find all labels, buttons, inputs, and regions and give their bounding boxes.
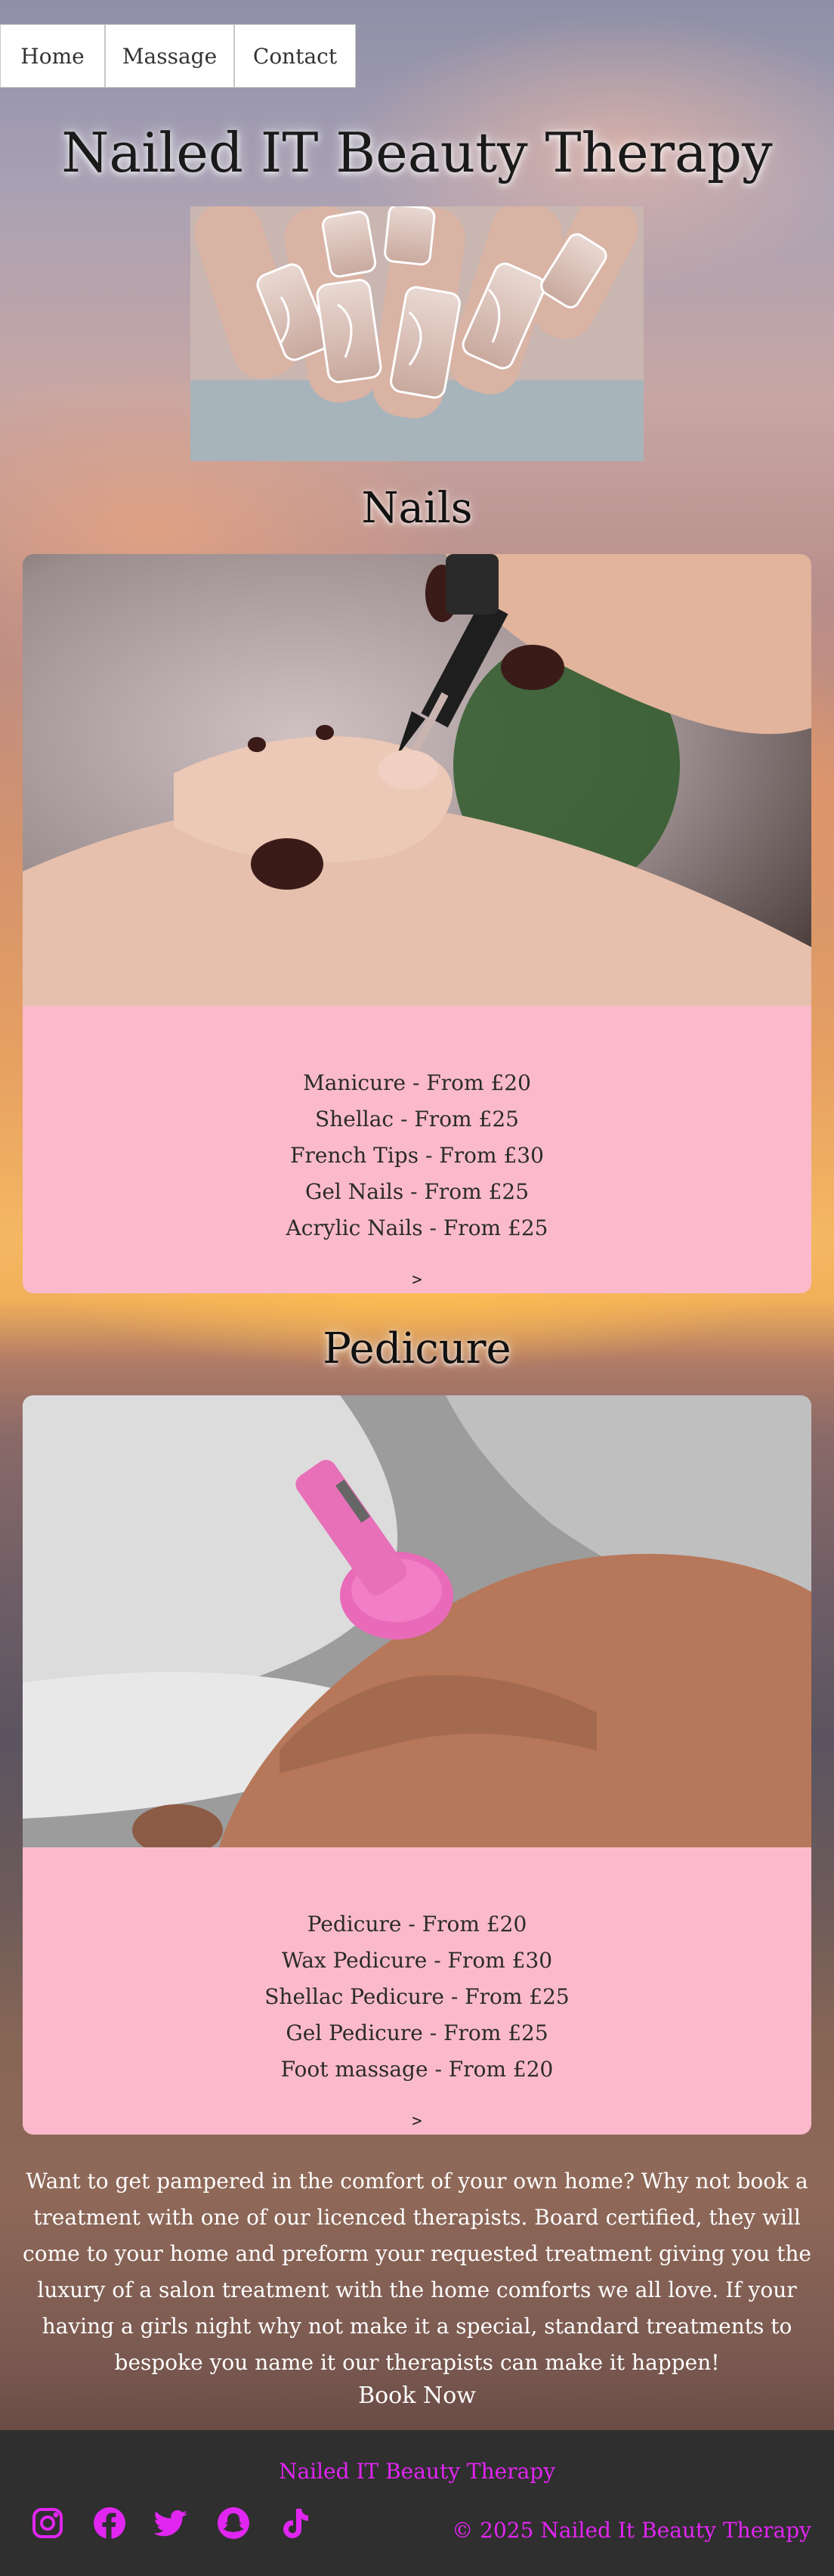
facebook-icon[interactable] (92, 2506, 127, 2540)
nails-services: Manicure - From £20 Shellac - From £25 F… (23, 1006, 811, 1293)
footer-copyright: © 2025 Nailed It Beauty Therapy (452, 2518, 811, 2543)
pedicure-photo (23, 1395, 811, 1847)
twitter-icon[interactable] (153, 2506, 189, 2540)
nails-photo (23, 554, 811, 1006)
social-links (30, 2506, 313, 2540)
pedicure-more-button[interactable]: > (23, 2107, 811, 2135)
book-now-link[interactable]: Book Now (0, 2382, 834, 2409)
list-item: Shellac - From £25 (315, 1107, 519, 1132)
list-item: Acrylic Nails - From £25 (286, 1215, 548, 1240)
pedicure-card: Pedicure - From £20 Wax Pedicure - From … (23, 1395, 811, 2135)
list-item: Foot massage - From £20 (280, 2057, 554, 2082)
list-item: Wax Pedicure - From £30 (281, 1948, 553, 1973)
intro-text: Want to get pampered in the comfort of y… (23, 2169, 811, 2375)
nails-card: Manicure - From £20 Shellac - From £25 F… (23, 554, 811, 1293)
nav-contact-link[interactable]: Contact (234, 24, 356, 88)
list-item: French Tips - From £30 (290, 1143, 544, 1168)
hero-nails-image (190, 206, 644, 461)
nav-home-link[interactable]: Home (0, 24, 105, 88)
list-item: Gel Pedicure - From £25 (286, 2020, 548, 2045)
list-item: Pedicure - From £20 (307, 1912, 527, 1937)
footer: Nailed IT Beauty Therapy © 2025 Nailed I… (0, 2430, 834, 2576)
list-item: Shellac Pedicure - From £25 (264, 1984, 570, 2009)
list-item: Manicure - From £20 (303, 1070, 531, 1095)
site-title: Nailed IT Beauty Therapy (61, 121, 773, 184)
pedicure-services: Pedicure - From £20 Wax Pedicure - From … (23, 1847, 811, 2135)
footer-brand: Nailed IT Beauty Therapy (278, 2459, 556, 2484)
pedicure-service-list: Pedicure - From £20 Wax Pedicure - From … (23, 1847, 811, 2088)
list-item: Gel Nails - From £25 (304, 1179, 530, 1204)
snapchat-icon[interactable] (216, 2506, 251, 2540)
section-title-pedicure: Pedicure (323, 1324, 511, 1373)
nails-service-list: Manicure - From £20 Shellac - From £25 F… (23, 1006, 811, 1246)
nails-more-button[interactable]: > (23, 1266, 811, 1293)
tiktok-icon[interactable] (278, 2506, 313, 2540)
nav-massage-link[interactable]: Massage (105, 24, 234, 88)
main-nav: Home Massage Contact (0, 24, 356, 88)
section-title-nails: Nails (361, 484, 473, 533)
instagram-icon[interactable] (30, 2506, 65, 2540)
